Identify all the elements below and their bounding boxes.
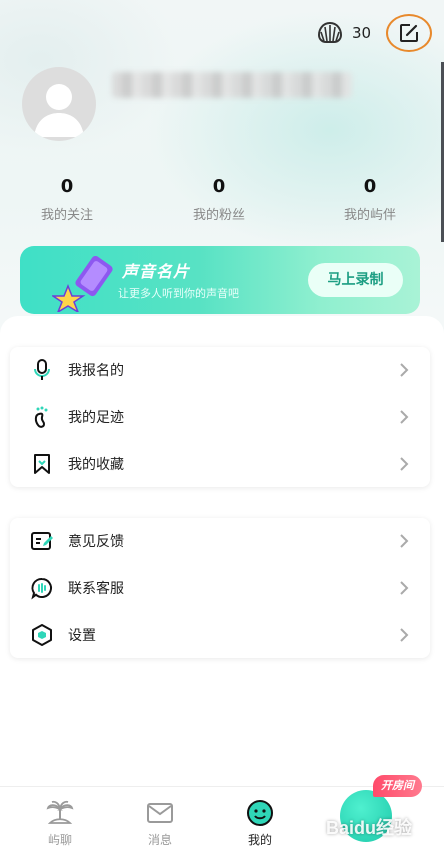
- menu-item-label: 我报名的: [68, 363, 124, 379]
- footprint-icon: [34, 406, 48, 428]
- menu-card-support: 意见反馈 联系客服 设置: [10, 518, 430, 658]
- smile-icon: [247, 800, 273, 826]
- chevron-right-icon: [400, 581, 409, 595]
- tab-me[interactable]: 我的: [230, 799, 290, 848]
- avatar[interactable]: [22, 67, 96, 141]
- menu-item-label: 意见反馈: [68, 534, 124, 550]
- baidu-watermark: Baidu经验: [326, 818, 413, 838]
- menu-item-feedback[interactable]: 意见反馈: [10, 518, 430, 564]
- shell-coin-icon[interactable]: [316, 20, 344, 46]
- stat-following[interactable]: 0 我的关注: [17, 176, 117, 223]
- settings-icon: [32, 624, 52, 646]
- stat-label: 我的关注: [40, 208, 93, 223]
- chevron-right-icon: [400, 410, 409, 424]
- edit-profile-icon[interactable]: [398, 22, 420, 44]
- stat-value: 0: [363, 176, 377, 197]
- menu-item-footprints[interactable]: 我的足迹: [10, 394, 430, 440]
- chevron-right-icon: [400, 363, 409, 377]
- username-blurred: [112, 72, 352, 98]
- chevron-right-icon: [400, 534, 409, 548]
- menu-item-label: 我的收藏: [68, 457, 124, 473]
- menu-card-activity: 我报名的 我的足迹 我的收藏: [10, 347, 430, 487]
- menu-item-customer-service[interactable]: 联系客服: [10, 565, 430, 611]
- menu-item-settings[interactable]: 设置: [10, 612, 430, 658]
- banner-subtitle: 让更多人听到你的声音吧: [118, 287, 239, 300]
- microphone-icon: [34, 359, 50, 380]
- stat-label: 我的粉丝: [192, 208, 245, 223]
- menu-item-label: 联系客服: [68, 581, 124, 597]
- stat-value: 0: [212, 176, 226, 197]
- tab-label: 消息: [147, 833, 172, 847]
- tab-messages[interactable]: 消息: [130, 799, 190, 848]
- island-icon: [46, 800, 74, 824]
- stat-followers[interactable]: 0 我的粉丝: [169, 176, 269, 223]
- bookmark-icon: [34, 454, 50, 474]
- menu-item-signed-up[interactable]: 我报名的: [10, 347, 430, 393]
- coin-count: 30: [352, 24, 372, 42]
- menu-item-label: 我的足迹: [68, 410, 124, 426]
- tab-label: 我的: [247, 833, 272, 847]
- menu-item-label: 设置: [68, 628, 96, 644]
- chevron-right-icon: [400, 628, 409, 642]
- stat-companions[interactable]: 0 我的屿伴: [320, 176, 420, 223]
- banner-title: 声音名片: [122, 262, 191, 281]
- microphone-art-icon: [52, 256, 113, 312]
- chevron-right-icon: [400, 457, 409, 471]
- stat-label: 我的屿伴: [343, 208, 396, 223]
- record-now-button[interactable]: 马上录制: [308, 263, 403, 297]
- tab-label: 屿聊: [47, 833, 72, 847]
- stat-value: 0: [60, 176, 74, 197]
- open-room-badge: 开房间: [373, 775, 422, 797]
- feedback-icon: [31, 532, 53, 550]
- menu-item-favorites[interactable]: 我的收藏: [10, 441, 430, 487]
- tab-island-chat[interactable]: 屿聊: [30, 799, 90, 848]
- default-avatar-icon: [34, 84, 84, 137]
- customer-service-icon: [31, 578, 52, 600]
- message-icon: [147, 803, 173, 823]
